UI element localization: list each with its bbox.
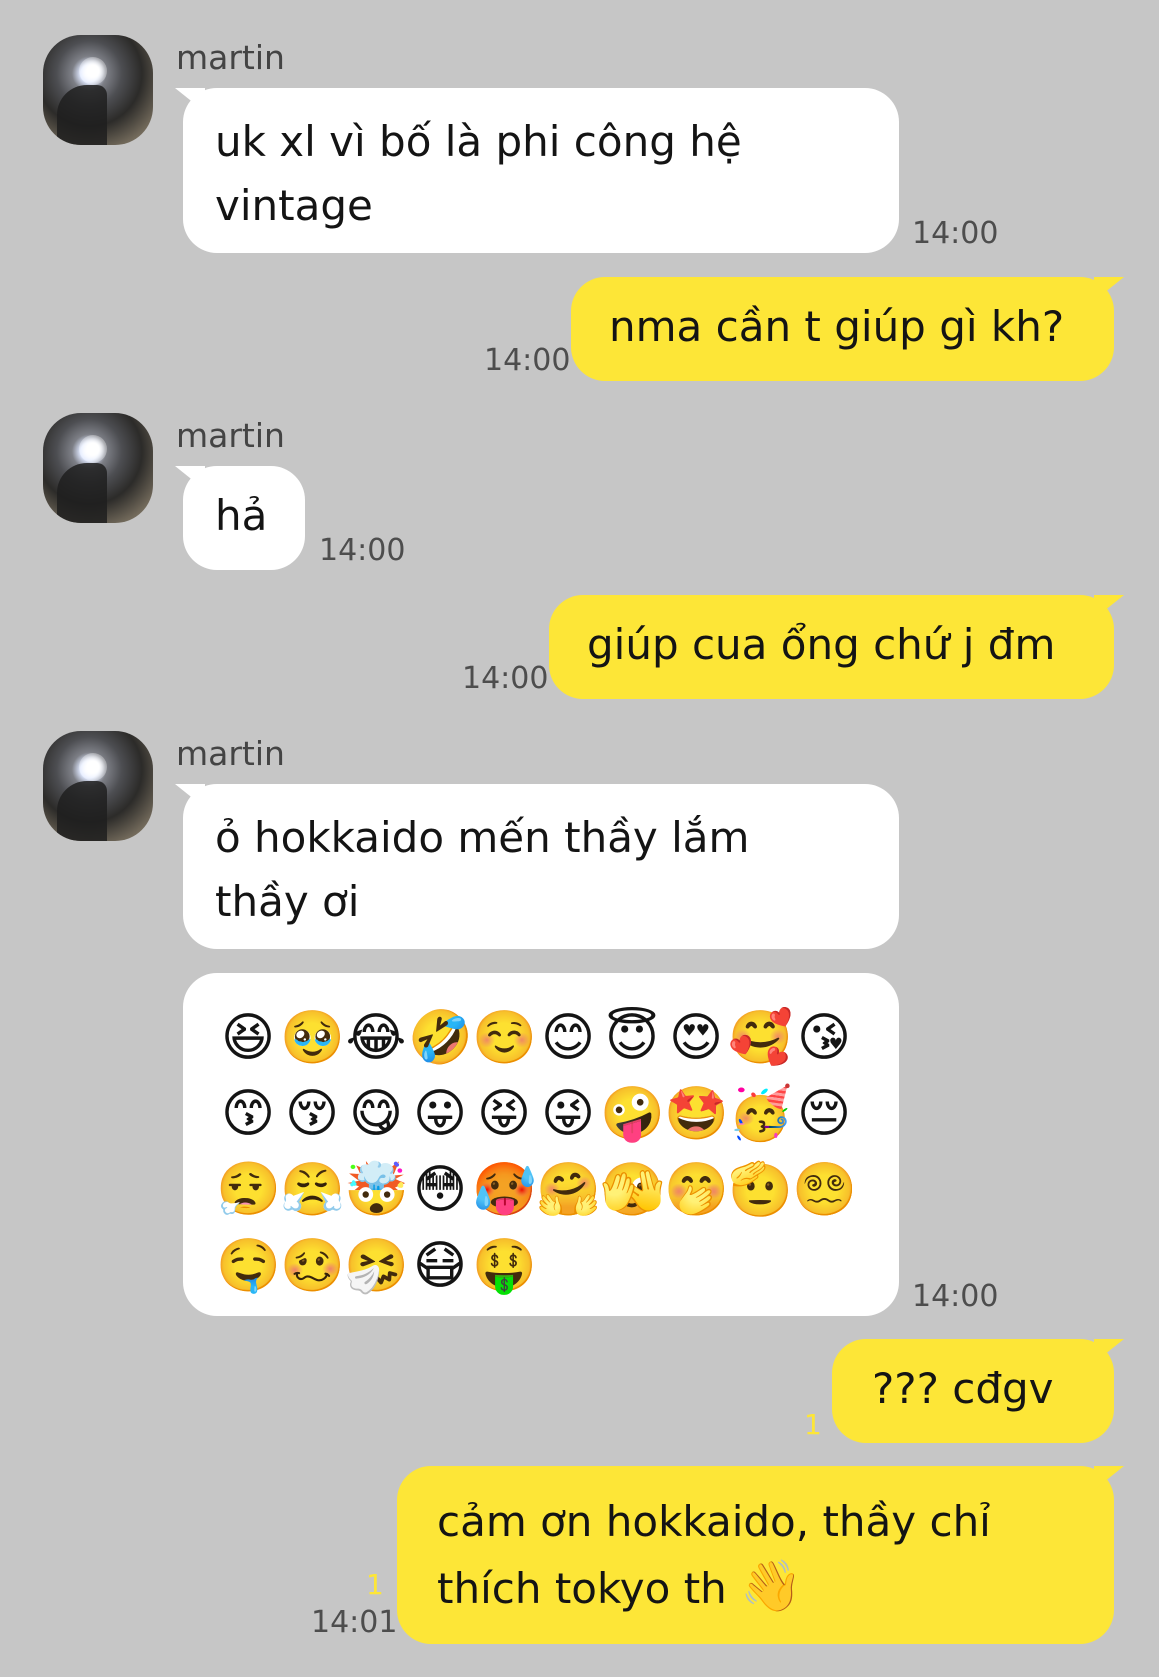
emoji-icon: 😝 — [476, 1084, 532, 1144]
emoji-icon: 😳 — [412, 1160, 468, 1220]
message-text: nma cần t giúp gì kh? — [609, 302, 1065, 351]
timestamp: 14:00 — [912, 216, 999, 251]
timestamp: 14:01 — [311, 1605, 398, 1640]
message-bubble-outgoing[interactable]: giúp cua ổng chứ j đm — [549, 595, 1124, 699]
emoji-icon: 🤗 — [536, 1160, 601, 1220]
timestamp: 14:00 — [462, 661, 549, 696]
emoji-icon: 🫣 — [600, 1160, 665, 1220]
sender-name: martin — [176, 38, 285, 77]
emoji-icon: 😆 — [220, 1008, 276, 1068]
emoji-icon: 😛 — [412, 1084, 468, 1144]
message-text: cảm ơn hokkaido, thầy chỉ — [437, 1497, 991, 1546]
avatar[interactable] — [43, 35, 153, 145]
message-text: thích tokyo th — [437, 1564, 727, 1613]
emoji-icon: 😤 — [280, 1160, 345, 1220]
emoji-icon: 😷 — [412, 1236, 468, 1296]
message-text: thầy ơi — [215, 877, 360, 926]
emoji-icon: 😇 — [604, 1008, 660, 1068]
emoji-icon: 🤪 — [600, 1084, 665, 1144]
emoji-icon: 🤣 — [408, 1008, 473, 1068]
timestamp: 14:00 — [319, 533, 406, 568]
timestamp: 14:00 — [484, 343, 571, 378]
emoji-icon: 😵‍💫 — [792, 1160, 857, 1220]
message-bubble-outgoing[interactable]: nma cần t giúp gì kh? — [571, 277, 1124, 381]
unread-count: 1 — [804, 1408, 822, 1441]
emoji-icon: ☺️ — [472, 1008, 537, 1068]
emoji-icon: 🥹 — [280, 1008, 345, 1068]
emoji-icon: 🤧 — [344, 1236, 409, 1296]
message-text: giúp cua ổng chứ j đm — [587, 620, 1056, 669]
message-text: ỏ hokkaido mến thầy lắm — [215, 813, 750, 862]
timestamp: 14:00 — [912, 1279, 999, 1314]
sender-name: martin — [176, 416, 285, 455]
message-bubble-incoming[interactable]: uk xl vì bố là phi công hệ vintage — [175, 88, 899, 253]
emoji-icon: 🤤 — [216, 1236, 281, 1296]
emoji-icon: 🤯 — [344, 1160, 409, 1220]
emoji-icon: 🥵 — [472, 1160, 537, 1220]
emoji-icon: 🥰 — [728, 1008, 793, 1068]
emoji-icon: 😙 — [220, 1084, 276, 1144]
message-bubble-incoming[interactable]: hả — [175, 466, 305, 570]
emoji-icon: 🥳 — [728, 1084, 793, 1144]
message-text: hả — [215, 491, 268, 540]
avatar[interactable] — [43, 731, 153, 841]
emoji-icon: 🥴 — [280, 1236, 345, 1296]
emoji-icon: 😚 — [284, 1084, 340, 1144]
emoji-icon: 😂 — [345, 1008, 407, 1068]
emoji-icon: 🤩 — [664, 1084, 729, 1144]
emoji-icon: 🤑 — [472, 1236, 537, 1296]
emoji-grid: 😆 🥹 😂 🤣 ☺️ 😊 😇 😍 🥰 😘 😙 😚 😋 😛 😝 😜 🤪 🤩 🥳 😔 😮‍💨 😤 🤯 😳 🥵 🤗 🫣 🤭 🫡 😵‍💫 🤤 🥴 🤧 😷 🤑 — [216, 1000, 866, 1304]
emoji-icon: 😘 — [796, 1008, 852, 1068]
emoji-icon: 🤭 — [664, 1160, 729, 1220]
waving-hand-icon: 👋 — [740, 1557, 803, 1615]
emoji-icon: 😋 — [348, 1084, 404, 1144]
message-text: uk xl vì bố là phi công hệ — [215, 117, 742, 166]
avatar[interactable] — [43, 413, 153, 523]
message-text: vintage — [215, 181, 373, 230]
emoji-icon: 😊 — [540, 1008, 596, 1068]
message-bubble-incoming[interactable]: ỏ hokkaido mến thầy lắm thầy ơi — [175, 784, 899, 949]
emoji-icon: 😮‍💨 — [216, 1160, 281, 1220]
emoji-icon: 😍 — [668, 1008, 724, 1068]
sender-name: martin — [176, 734, 285, 773]
emoji-icon: 🫡 — [728, 1160, 793, 1220]
message-bubble-outgoing[interactable]: cảm ơn hokkaido, thầy chỉ thích tokyo th… — [397, 1466, 1124, 1644]
message-text-line: thích tokyo th 👋 — [437, 1554, 1080, 1621]
unread-count: 1 — [366, 1568, 384, 1601]
message-text: ??? cđgv — [872, 1364, 1054, 1413]
emoji-icon: 😔 — [796, 1084, 852, 1144]
message-bubble-outgoing[interactable]: ??? cđgv — [832, 1339, 1124, 1443]
emoji-icon: 😜 — [540, 1084, 596, 1144]
